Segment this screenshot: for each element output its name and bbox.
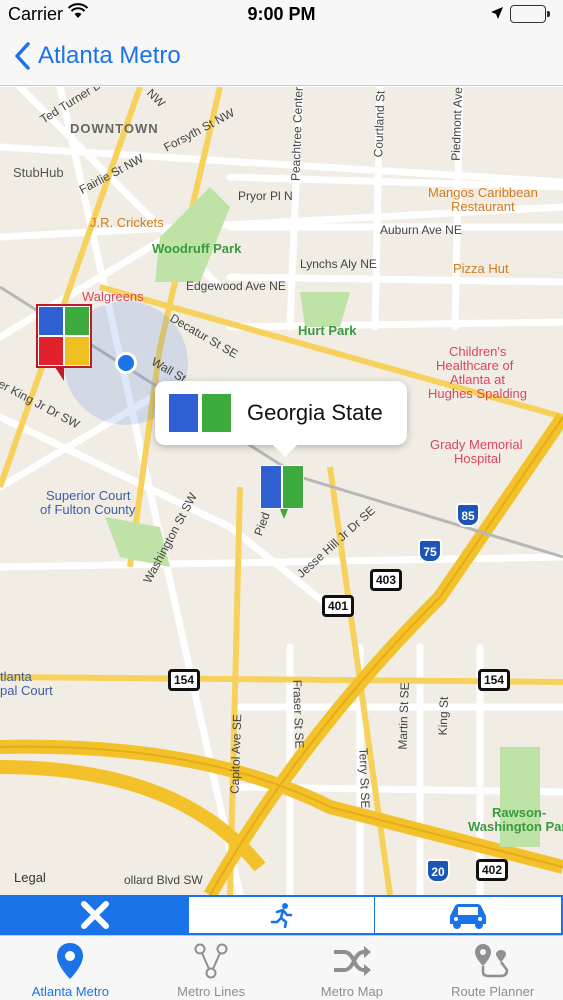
tab-metro-lines[interactable]: Metro Lines (141, 936, 282, 1000)
rawson-label-line2[interactable]: Washington Par (468, 819, 563, 834)
atlanta-partial-label: tlanta (0, 669, 32, 684)
jr-crickets-label[interactable]: J.R. Crickets (90, 215, 164, 230)
route-icon (474, 944, 508, 978)
location-arrow-icon (490, 6, 504, 25)
station-line-flag-icon (169, 394, 231, 432)
us403-shield: 403 (370, 569, 402, 591)
childrens-label-line3[interactable]: Atlanta at (450, 372, 505, 387)
childrens-label-line1[interactable]: Children's (449, 344, 506, 359)
shuffle-icon (333, 946, 371, 976)
station-name: Georgia State (247, 400, 383, 425)
street-label: ollard Blvd SW (124, 873, 203, 887)
station-callout[interactable]: Georgia State (155, 381, 407, 457)
woodruff-park-label[interactable]: Woodruff Park (152, 241, 241, 256)
superior-court-label-line2[interactable]: of Fulton County (40, 502, 135, 517)
grady-label-line1[interactable]: Grady Memorial (430, 437, 522, 452)
driving-mode-button[interactable] (374, 897, 561, 933)
map-view[interactable]: DOWNTOWN StubHub J.R. Crickets Woodruff … (0, 87, 563, 895)
status-bar: Carrier 9:00 PM (0, 0, 563, 30)
us154-shield-right: 154 (478, 669, 510, 691)
tab-label: Atlanta Metro (31, 984, 110, 999)
street-label: Terry St SE (356, 747, 373, 809)
navigation-bar: Atlanta Metro (0, 30, 563, 86)
chevron-left-icon (15, 42, 30, 70)
childrens-label-line4[interactable]: Hughes Spalding (428, 386, 527, 401)
travel-mode-selector (0, 895, 563, 935)
legal-link[interactable]: Legal (14, 870, 46, 885)
i85-shield: 85 (456, 503, 480, 527)
street-label: Piedmont Ave (448, 87, 466, 162)
pizza-hut-label[interactable]: Pizza Hut (453, 261, 509, 276)
stubhub-label: StubHub (13, 165, 64, 180)
tab-route-planner[interactable]: Route Planner (422, 936, 563, 1000)
rawson-label-line1[interactable]: Rawson- (492, 805, 546, 820)
street-label: Capitol Ave SE (227, 713, 245, 795)
clock: 9:00 PM (247, 4, 316, 24)
back-button[interactable]: Atlanta Metro (14, 42, 181, 70)
hurt-park-label[interactable]: Hurt Park (298, 323, 357, 338)
childrens-label-line2[interactable]: Healthcare of (436, 358, 513, 373)
street-label: Auburn Ave NE (380, 223, 462, 237)
close-mode-button[interactable] (2, 897, 188, 933)
district-label: DOWNTOWN (70, 121, 159, 136)
close-icon (80, 901, 109, 929)
street-label: Martin St SE (395, 682, 412, 750)
street-label: Lynchs Aly NE (300, 257, 377, 271)
walgreens-label[interactable]: Walgreens (82, 289, 144, 304)
battery-icon (510, 5, 550, 23)
us402-shield: 402 (476, 859, 508, 881)
street-label: Fraser St SE (290, 679, 307, 749)
branches-icon (194, 943, 228, 979)
tab-label: Metro Lines (177, 984, 246, 999)
us154-shield-left: 154 (168, 669, 200, 691)
grady-label-line2[interactable]: Hospital (454, 451, 501, 466)
tab-bar: Atlanta Metro Metro Lines Metro Map Rout… (0, 935, 563, 1000)
location-pin-icon (57, 943, 84, 979)
car-icon (450, 904, 487, 929)
tab-metro-map[interactable]: Metro Map (282, 936, 423, 1000)
street-label: Courtland St (371, 90, 388, 158)
street-label: Pryor Pl N (238, 189, 293, 203)
tab-atlanta-metro[interactable]: Atlanta Metro (0, 936, 141, 1000)
walking-icon (270, 903, 292, 928)
us401-shield: 401 (322, 595, 354, 617)
street-label: King St (435, 696, 452, 736)
i75-shield: 75 (418, 539, 442, 563)
walking-mode-button[interactable] (187, 897, 375, 933)
tab-label: Metro Map (320, 984, 383, 999)
city-court-partial-label: pal Court (0, 683, 53, 698)
mangos-label-line2[interactable]: Restaurant (451, 199, 515, 214)
superior-court-label-line1[interactable]: Superior Court (46, 488, 131, 503)
tab-label: Route Planner (451, 984, 535, 999)
mangos-label-line1[interactable]: Mangos Caribbean (428, 185, 538, 200)
street-label: Edgewood Ave NE (186, 279, 286, 293)
back-button-label: Atlanta Metro (38, 42, 181, 69)
i20-shield: 20 (426, 859, 450, 883)
